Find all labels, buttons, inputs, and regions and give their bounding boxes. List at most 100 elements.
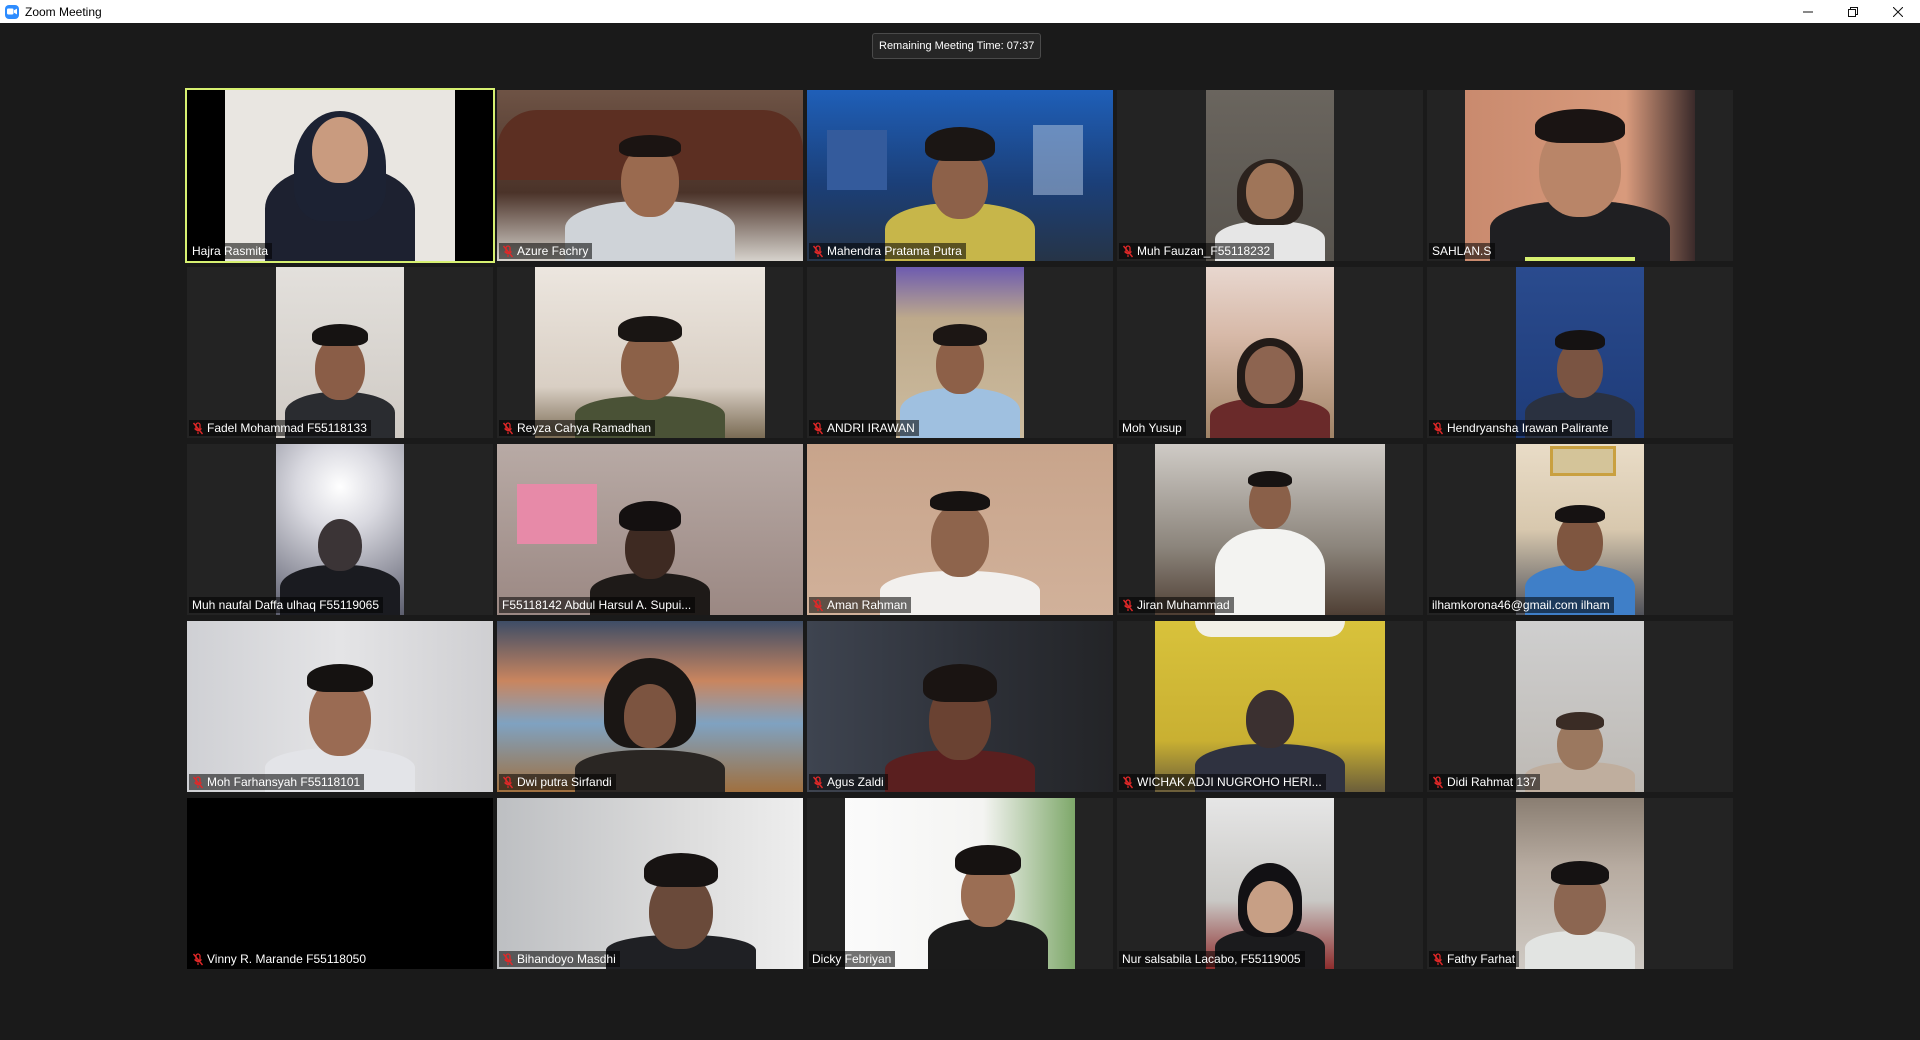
participant-tile[interactable]: ilhamkorona46@gmail.com ilham	[1427, 444, 1733, 615]
participant-video	[896, 267, 1024, 438]
muted-microphone-icon	[502, 421, 514, 435]
participant-name: ilhamkorona46@gmail.com ilham	[1432, 598, 1610, 612]
participant-tile[interactable]: Hajra Rasmita	[185, 88, 495, 263]
zoom-app-icon	[5, 4, 19, 19]
participant-video	[807, 621, 1113, 792]
participant-name: Aman Rahman	[827, 598, 908, 612]
participant-name: Agus Zaldi	[827, 775, 884, 789]
participant-tile[interactable]: F55118142 Abdul Harsul A. Supui...	[497, 444, 803, 615]
muted-microphone-icon	[192, 952, 204, 966]
participant-name: Azure Fachry	[517, 244, 589, 258]
title-bar: Zoom Meeting	[0, 0, 1920, 23]
participant-tile[interactable]: Muh Fauzan_F55118232	[1117, 90, 1423, 261]
participant-video	[497, 798, 803, 969]
participant-name-tag: Dwi putra Sirfandi	[499, 774, 616, 790]
muted-microphone-icon	[502, 775, 514, 789]
participant-name-tag: Dicky Febriyan	[809, 951, 896, 967]
muted-microphone-icon	[812, 775, 824, 789]
restore-icon	[1847, 6, 1858, 17]
participant-name: Dwi putra Sirfandi	[517, 775, 612, 789]
participant-name: F55118142 Abdul Harsul A. Supui...	[502, 598, 692, 612]
minimize-button[interactable]	[1785, 0, 1830, 23]
participant-video	[807, 90, 1113, 261]
muted-microphone-icon	[812, 598, 824, 612]
participant-name: Muh Fauzan_F55118232	[1137, 244, 1271, 258]
participant-tile[interactable]: Bihandoyo Masdhi	[497, 798, 803, 969]
muted-microphone-icon	[1122, 244, 1134, 258]
participant-tile[interactable]: Moh Farhansyah F55118101	[187, 621, 493, 792]
participant-tile[interactable]: Didi Rahmat 137	[1427, 621, 1733, 792]
muted-microphone-icon	[192, 421, 204, 435]
participant-name-tag: Fadel Mohammad F55118133	[189, 420, 371, 436]
participant-name: Hajra Rasmita	[192, 244, 269, 258]
participant-name: Dicky Febriyan	[812, 952, 892, 966]
participant-video	[187, 90, 493, 261]
meeting-stage: Remaining Meeting Time: 07:37 Hajra Rasm…	[0, 23, 1920, 1040]
remaining-meeting-time: Remaining Meeting Time: 07:37	[872, 33, 1042, 59]
participant-name-tag: Muh naufal Daffa ulhaq F55119065	[189, 597, 384, 613]
participant-video	[1206, 267, 1334, 438]
participant-name-tag: Moh Yusup	[1119, 420, 1186, 436]
participant-video	[1206, 90, 1334, 261]
participant-tile[interactable]: Agus Zaldi	[807, 621, 1113, 792]
participant-name: Muh naufal Daffa ulhaq F55119065	[192, 598, 380, 612]
participant-tile[interactable]: Vinny R. Marande F55118050	[187, 798, 493, 969]
close-button[interactable]	[1875, 0, 1920, 23]
muted-microphone-icon	[812, 421, 824, 435]
participant-tile[interactable]: Fadel Mohammad F55118133	[187, 267, 493, 438]
participant-name-tag: ilhamkorona46@gmail.com ilham	[1429, 597, 1614, 613]
participant-name: Nur salsabila Lacabo, F55119005	[1122, 952, 1301, 966]
participant-name: Vinny R. Marande F55118050	[207, 952, 366, 966]
participant-video	[845, 798, 1075, 969]
participant-name-tag: Muh Fauzan_F55118232	[1119, 243, 1275, 259]
participant-name-tag: Bihandoyo Masdhi	[499, 951, 620, 967]
participant-video	[1516, 798, 1644, 969]
participant-name: Fathy Farhat	[1447, 952, 1516, 966]
participant-name-tag: F55118142 Abdul Harsul A. Supui...	[499, 597, 696, 613]
participant-tile[interactable]: Nur salsabila Lacabo, F55119005	[1117, 798, 1423, 969]
participant-video	[276, 444, 404, 615]
participant-name-tag: Nur salsabila Lacabo, F55119005	[1119, 951, 1305, 967]
participant-tile[interactable]: Muh naufal Daffa ulhaq F55119065	[187, 444, 493, 615]
participant-name: WICHAK ADJI NUGROHO HERI...	[1137, 775, 1322, 789]
participant-tile[interactable]: Mahendra Pratama Putra	[807, 90, 1113, 261]
participant-name: Fadel Mohammad F55118133	[207, 421, 367, 435]
window-title: Zoom Meeting	[25, 4, 102, 19]
restore-button[interactable]	[1830, 0, 1875, 23]
participant-video	[276, 267, 404, 438]
participant-tile[interactable]: Fathy Farhat	[1427, 798, 1733, 969]
participant-tile[interactable]: Jiran Muhammad	[1117, 444, 1423, 615]
participant-tile[interactable]: Reyza Cahya Ramadhan	[497, 267, 803, 438]
participant-name: Moh Farhansyah F55118101	[207, 775, 361, 789]
participant-video	[807, 444, 1113, 615]
muted-microphone-icon	[812, 244, 824, 258]
participant-video	[1155, 444, 1385, 615]
close-icon	[1892, 6, 1903, 17]
participant-name: Didi Rahmat 137	[1447, 775, 1537, 789]
participant-tile[interactable]: Aman Rahman	[807, 444, 1113, 615]
participant-name-tag: Jiran Muhammad	[1119, 597, 1234, 613]
participant-name-tag: Aman Rahman	[809, 597, 912, 613]
participant-video	[1465, 90, 1695, 261]
participant-tile[interactable]: WICHAK ADJI NUGROHO HERI...	[1117, 621, 1423, 792]
participant-name: Mahendra Pratama Putra	[827, 244, 962, 258]
participant-tile[interactable]: Dwi putra Sirfandi	[497, 621, 803, 792]
participant-tile[interactable]: Azure Fachry	[497, 90, 803, 261]
participant-tile[interactable]: ANDRI IRAWAN	[807, 267, 1113, 438]
muted-microphone-icon	[1432, 775, 1444, 789]
minimize-icon	[1802, 11, 1813, 12]
participant-name: SAHLAN.S	[1432, 244, 1492, 258]
participant-name-tag: SAHLAN.S	[1429, 243, 1496, 259]
participant-name: Moh Yusup	[1122, 421, 1182, 435]
participant-tile[interactable]: Hendryansha Irawan Palirante	[1427, 267, 1733, 438]
participant-tile[interactable]: SAHLAN.S	[1427, 90, 1733, 261]
muted-microphone-icon	[1122, 598, 1134, 612]
participant-video	[497, 444, 803, 615]
participant-video	[1516, 267, 1644, 438]
participant-tile[interactable]: Dicky Febriyan	[807, 798, 1113, 969]
participant-name: Jiran Muhammad	[1137, 598, 1230, 612]
participant-name: Reyza Cahya Ramadhan	[517, 421, 652, 435]
participant-tile[interactable]: Moh Yusup	[1117, 267, 1423, 438]
participant-video	[187, 798, 493, 969]
muted-microphone-icon	[1122, 775, 1134, 789]
